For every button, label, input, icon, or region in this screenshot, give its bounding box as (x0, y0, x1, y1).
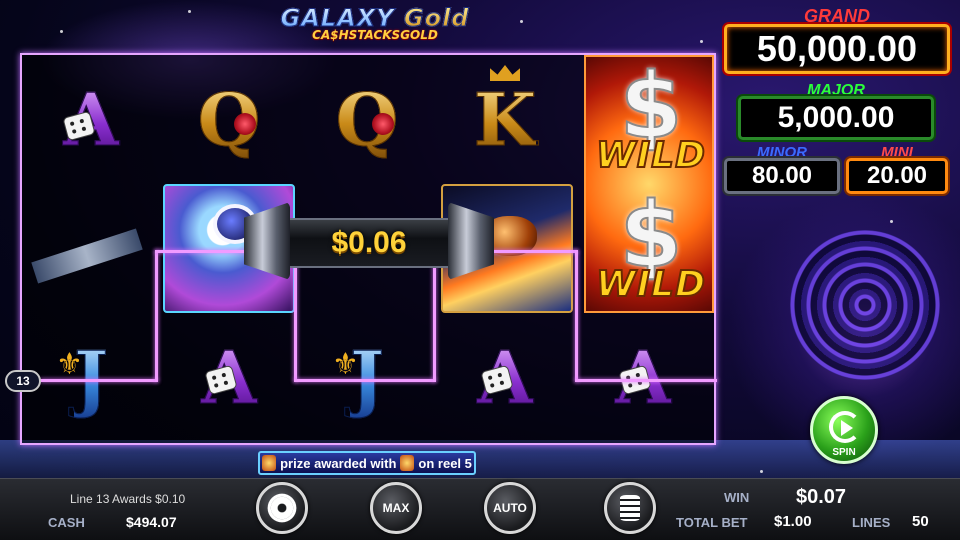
line-award-text: Line 13 Awards $0.10 (70, 492, 186, 506)
game-logo: GALAXY Gold CA$HSTACKSGOLD (270, 4, 480, 52)
win-value: $0.07 (796, 486, 847, 508)
satellite-symbol (22, 205, 152, 305)
rose-icon (372, 113, 394, 135)
payline-number-badge[interactable]: 13 (5, 370, 41, 392)
wild-symbol: $ WILD (586, 56, 716, 186)
symbol-a: A (160, 313, 298, 442)
symbol-a: A (574, 313, 712, 442)
gear-icon (270, 496, 294, 520)
wild-label: WILD (595, 263, 706, 306)
info-text-2: on reel 5 (418, 455, 472, 471)
jackpot-grand: GRAND 50,000.00 (724, 6, 950, 74)
wild-coin-icon (400, 455, 415, 471)
line-win-banner: $0.06 (244, 202, 494, 280)
jackpot-major-value: 5,000.00 (738, 96, 934, 140)
symbol-k: K (436, 55, 574, 184)
crown-icon (490, 65, 520, 81)
jackpot-grand-value: 50,000.00 (724, 24, 950, 74)
settings-button[interactable] (256, 482, 308, 534)
jackpot-mini: MINI 20.00 (846, 144, 948, 194)
symbol-a: A (436, 313, 574, 442)
win-label: WIN (724, 490, 750, 505)
max-bet-button[interactable]: MAX (370, 482, 422, 534)
cash-stack-icon (262, 455, 277, 471)
lines-value: 50 (912, 513, 929, 530)
symbol-q: Q (160, 55, 298, 184)
jackpot-minor: MINOR 80.00 (724, 144, 840, 194)
cash-label: CASH (48, 515, 85, 530)
symbol-letter: K (473, 77, 537, 163)
info-text-1: prize awarded with (280, 455, 397, 471)
line-win-amount: $0.06 (331, 226, 407, 259)
wild-symbol: $ WILD (586, 185, 716, 315)
rose-icon (234, 113, 256, 135)
black-hole-vortex (790, 230, 940, 380)
coin-stack-icon (620, 495, 640, 521)
fleur-de-lis-icon: ⚜ (56, 347, 83, 382)
symbol-j: ⚜ J (22, 313, 160, 442)
spin-label: SPIN (832, 447, 856, 458)
total-bet-label: TOTAL BET (676, 515, 748, 530)
symbol-q: Q (298, 55, 436, 184)
spin-button[interactable]: SPIN (810, 396, 878, 464)
jackpot-mini-value: 20.00 (846, 158, 948, 194)
feature-info-strip: prize awarded with on reel 5 (258, 451, 476, 475)
jackpot-minor-value: 80.00 (724, 158, 840, 194)
max-bet-icon: MAX (382, 501, 410, 515)
symbol-a: A (22, 55, 160, 184)
wild-label: WILD (595, 134, 706, 177)
satellite-icon (31, 228, 143, 284)
symbol-j: ⚜ J (298, 313, 436, 442)
bet-select-button[interactable] (604, 482, 656, 534)
jackpot-major: MAJOR 5,000.00 (738, 82, 934, 140)
fleur-de-lis-icon: ⚜ (332, 347, 359, 382)
autoplay-icon: AUTO (493, 501, 527, 515)
stacked-wild-reel: $ WILD $ WILD (584, 55, 714, 313)
lines-label: LINES (852, 515, 891, 530)
autoplay-button[interactable]: AUTO (484, 482, 536, 534)
cash-value: $494.07 (126, 514, 177, 530)
total-bet-value: $1.00 (774, 513, 812, 530)
